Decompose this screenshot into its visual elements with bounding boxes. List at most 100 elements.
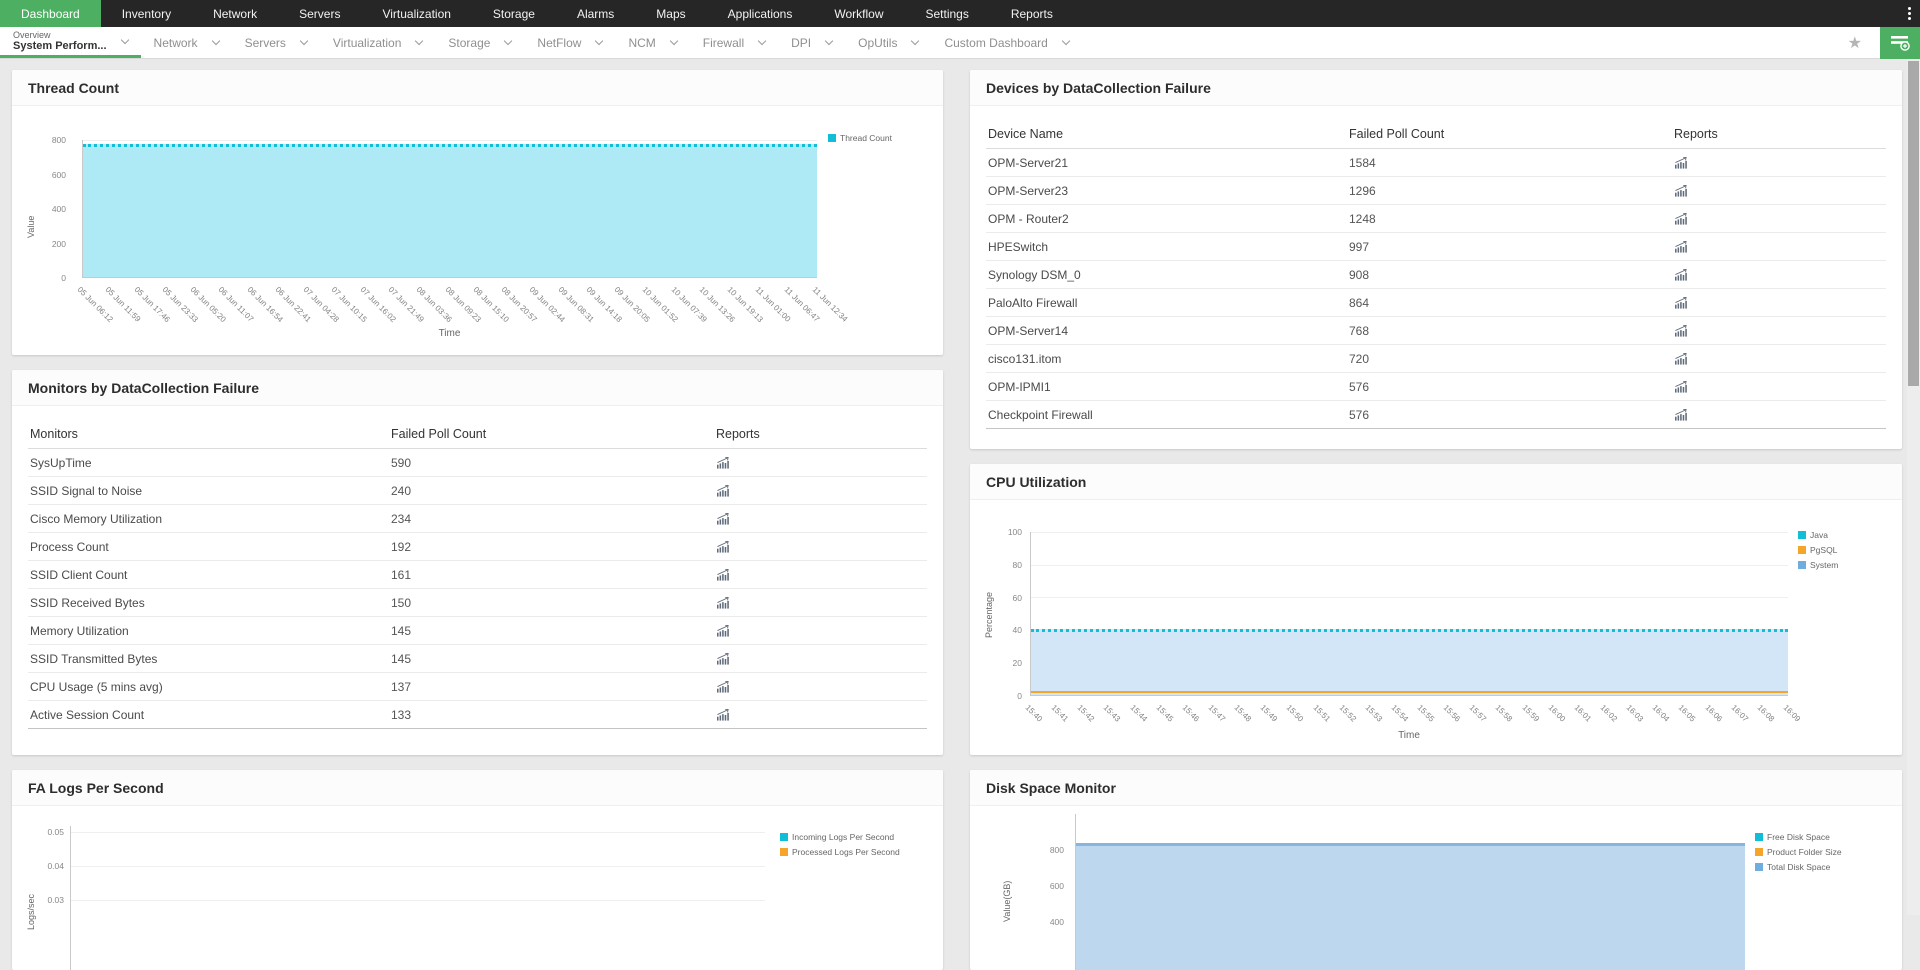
table-row: OPM - Router2 1248 [986,205,1886,233]
row-name[interactable]: cisco131.itom [988,352,1349,366]
cpu-plot [1030,532,1788,696]
legend-item-java[interactable]: Java [1798,530,1838,540]
nav-item-dashboard[interactable]: Dashboard [0,0,101,27]
chevron-down-icon[interactable] [758,37,766,45]
report-chart-icon[interactable] [1674,353,1688,365]
row-name[interactable]: Process Count [30,540,391,554]
chevron-down-icon[interactable] [504,37,512,45]
report-chart-icon[interactable] [1674,381,1688,393]
chevron-down-icon[interactable] [825,37,833,45]
nav-item-servers[interactable]: Servers [278,0,361,27]
nav-item-workflow[interactable]: Workflow [813,0,904,27]
row-name[interactable]: OPM-Server21 [988,156,1349,170]
panel-title: CPU Utilization [970,464,1902,500]
page-scrollbar-thumb[interactable] [1908,61,1919,386]
chevron-down-icon[interactable] [300,37,308,45]
row-name[interactable]: SSID Transmitted Bytes [30,652,391,666]
legend-item-system[interactable]: System [1798,560,1838,570]
report-chart-icon[interactable] [1674,325,1688,337]
devices-table-body: OPM-Server21 1584 OPM-Server23 [970,149,1902,429]
report-chart-icon[interactable] [716,653,730,665]
legend-item-pgsql[interactable]: PgSQL [1798,545,1838,555]
dashboard-tab-oputils[interactable]: OpUtils [845,27,931,58]
row-name[interactable]: SSID Client Count [30,568,391,582]
row-name[interactable]: SSID Signal to Noise [30,484,391,498]
legend-item-total-disk-space[interactable]: Total Disk Space [1755,862,1842,872]
legend-item-thread-count[interactable]: Thread Count [828,133,892,143]
dashboard-tab-custom-dashboard[interactable]: Custom Dashboard [931,27,1081,58]
nav-item-maps[interactable]: Maps [635,0,706,27]
dashboard-tab-virtualization[interactable]: Virtualization [320,27,435,58]
kebab-menu-icon[interactable] [1899,0,1920,27]
row-name[interactable]: Cisco Memory Utilization [30,512,391,526]
nav-item-storage[interactable]: Storage [472,0,556,27]
chevron-down-icon[interactable] [670,37,678,45]
legend-swatch [828,134,836,142]
report-chart-icon[interactable] [716,597,730,609]
add-dashboard-button[interactable] [1880,27,1920,59]
dashboard-tab-firewall[interactable]: Firewall [690,27,778,58]
column-header-reports: Reports [1674,127,1884,141]
report-chart-icon[interactable] [1674,185,1688,197]
nav-item-reports[interactable]: Reports [990,0,1074,27]
report-chart-icon[interactable] [716,457,730,469]
nav-item-alarms[interactable]: Alarms [556,0,635,27]
dashboard-tab-overview[interactable]: OverviewSystem Perform... [0,27,141,58]
legend-item-free-disk-space[interactable]: Free Disk Space [1755,832,1842,842]
report-chart-icon[interactable] [716,513,730,525]
legend-item-processed-logs-per-second[interactable]: Processed Logs Per Second [780,847,900,857]
nav-item-settings[interactable]: Settings [904,0,989,27]
dashboard-tab-storage[interactable]: Storage [435,27,524,58]
legend-swatch [1798,561,1806,569]
page-scrollbar-track[interactable] [1907,59,1920,915]
row-name[interactable]: OPM-Server23 [988,184,1349,198]
legend-item-incoming-logs-per-second[interactable]: Incoming Logs Per Second [780,832,900,842]
table-row: Synology DSM_0 908 [986,261,1886,289]
chevron-down-icon[interactable] [595,37,603,45]
tabbar-tabs: OverviewSystem Perform...NetworkServersV… [0,27,1082,58]
report-chart-icon[interactable] [716,709,730,721]
row-name[interactable]: CPU Usage (5 mins avg) [30,680,391,694]
table-row: Process Count 192 [28,533,927,561]
report-chart-icon[interactable] [1674,241,1688,253]
report-chart-icon[interactable] [716,541,730,553]
report-chart-icon[interactable] [1674,297,1688,309]
legend-item-product-folder-size[interactable]: Product Folder Size [1755,847,1842,857]
row-name[interactable]: Synology DSM_0 [988,268,1349,282]
report-chart-icon[interactable] [1674,409,1688,421]
row-name[interactable]: HPESwitch [988,240,1349,254]
report-chart-icon[interactable] [1674,213,1688,225]
nav-item-network[interactable]: Network [192,0,278,27]
report-chart-icon[interactable] [1674,269,1688,281]
chevron-down-icon[interactable] [415,37,423,45]
report-chart-icon[interactable] [716,485,730,497]
nav-item-virtualization[interactable]: Virtualization [361,0,471,27]
nav-item-inventory[interactable]: Inventory [101,0,192,27]
row-name[interactable]: Active Session Count [30,708,391,722]
row-name[interactable]: PaloAlto Firewall [988,296,1349,310]
nav-item-applications[interactable]: Applications [707,0,814,27]
row-name[interactable]: Memory Utilization [30,624,391,638]
report-chart-icon[interactable] [716,681,730,693]
row-name[interactable]: Checkpoint Firewall [988,408,1349,422]
row-name[interactable]: OPM-Server14 [988,324,1349,338]
row-name[interactable]: OPM-IPMI1 [988,380,1349,394]
dashboard-tab-dpi[interactable]: DPI [778,27,845,58]
dashboard-tab-servers[interactable]: Servers [232,27,320,58]
chevron-down-icon[interactable] [211,37,219,45]
report-chart-icon[interactable] [716,569,730,581]
chevron-down-icon[interactable] [911,37,919,45]
report-chart-icon[interactable] [1674,157,1688,169]
dashboard-tab-network[interactable]: Network [141,27,232,58]
favorite-star-icon[interactable]: ★ [1848,33,1862,53]
report-chart-icon[interactable] [716,625,730,637]
row-name[interactable]: OPM - Router2 [988,212,1349,226]
row-failed-poll-count: 576 [1349,408,1674,422]
chevron-down-icon[interactable] [120,35,128,43]
dashboard-tab-ncm[interactable]: NCM [615,27,689,58]
thread-count-panel: Thread Count Value 8006004002000 05 Jun … [12,70,943,355]
dashboard-tab-netflow[interactable]: NetFlow [524,27,615,58]
row-name[interactable]: SysUpTime [30,456,391,470]
row-name[interactable]: SSID Received Bytes [30,596,391,610]
chevron-down-icon[interactable] [1062,37,1070,45]
